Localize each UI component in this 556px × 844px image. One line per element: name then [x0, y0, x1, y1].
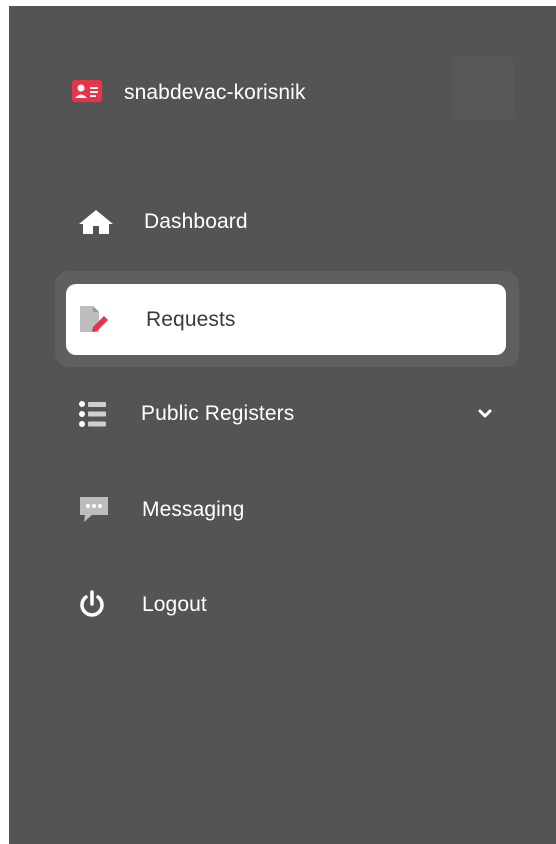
- power-icon: [78, 590, 106, 620]
- nav-item-dashboard[interactable]: Dashboard: [78, 206, 248, 238]
- list-icon: [78, 400, 106, 428]
- nav-label-public-registers: Public Registers: [141, 402, 295, 425]
- nav-item-messaging[interactable]: Messaging: [78, 494, 244, 526]
- document-edit-icon: [80, 306, 110, 334]
- nav-label-dashboard: Dashboard: [144, 210, 248, 233]
- id-card-icon: [72, 79, 102, 107]
- nav-label-logout: Logout: [142, 593, 207, 616]
- window-left-margin: [0, 0, 9, 844]
- nav-item-requests-content: Requests: [80, 304, 236, 336]
- nav-item-requests[interactable]: Requests: [66, 284, 506, 355]
- header-placeholder-box: [452, 58, 514, 120]
- chat-icon: [78, 495, 110, 525]
- username-label: snabdevac-korisnik: [124, 81, 306, 104]
- chevron-down-icon[interactable]: [475, 404, 495, 424]
- nav-label-requests: Requests: [146, 308, 236, 331]
- nav-item-logout[interactable]: Logout: [78, 589, 207, 621]
- user-profile[interactable]: snabdevac-korisnik: [72, 78, 306, 108]
- nav-item-public-registers[interactable]: Public Registers: [78, 398, 294, 430]
- home-icon: [78, 209, 114, 235]
- nav-label-messaging: Messaging: [142, 498, 245, 521]
